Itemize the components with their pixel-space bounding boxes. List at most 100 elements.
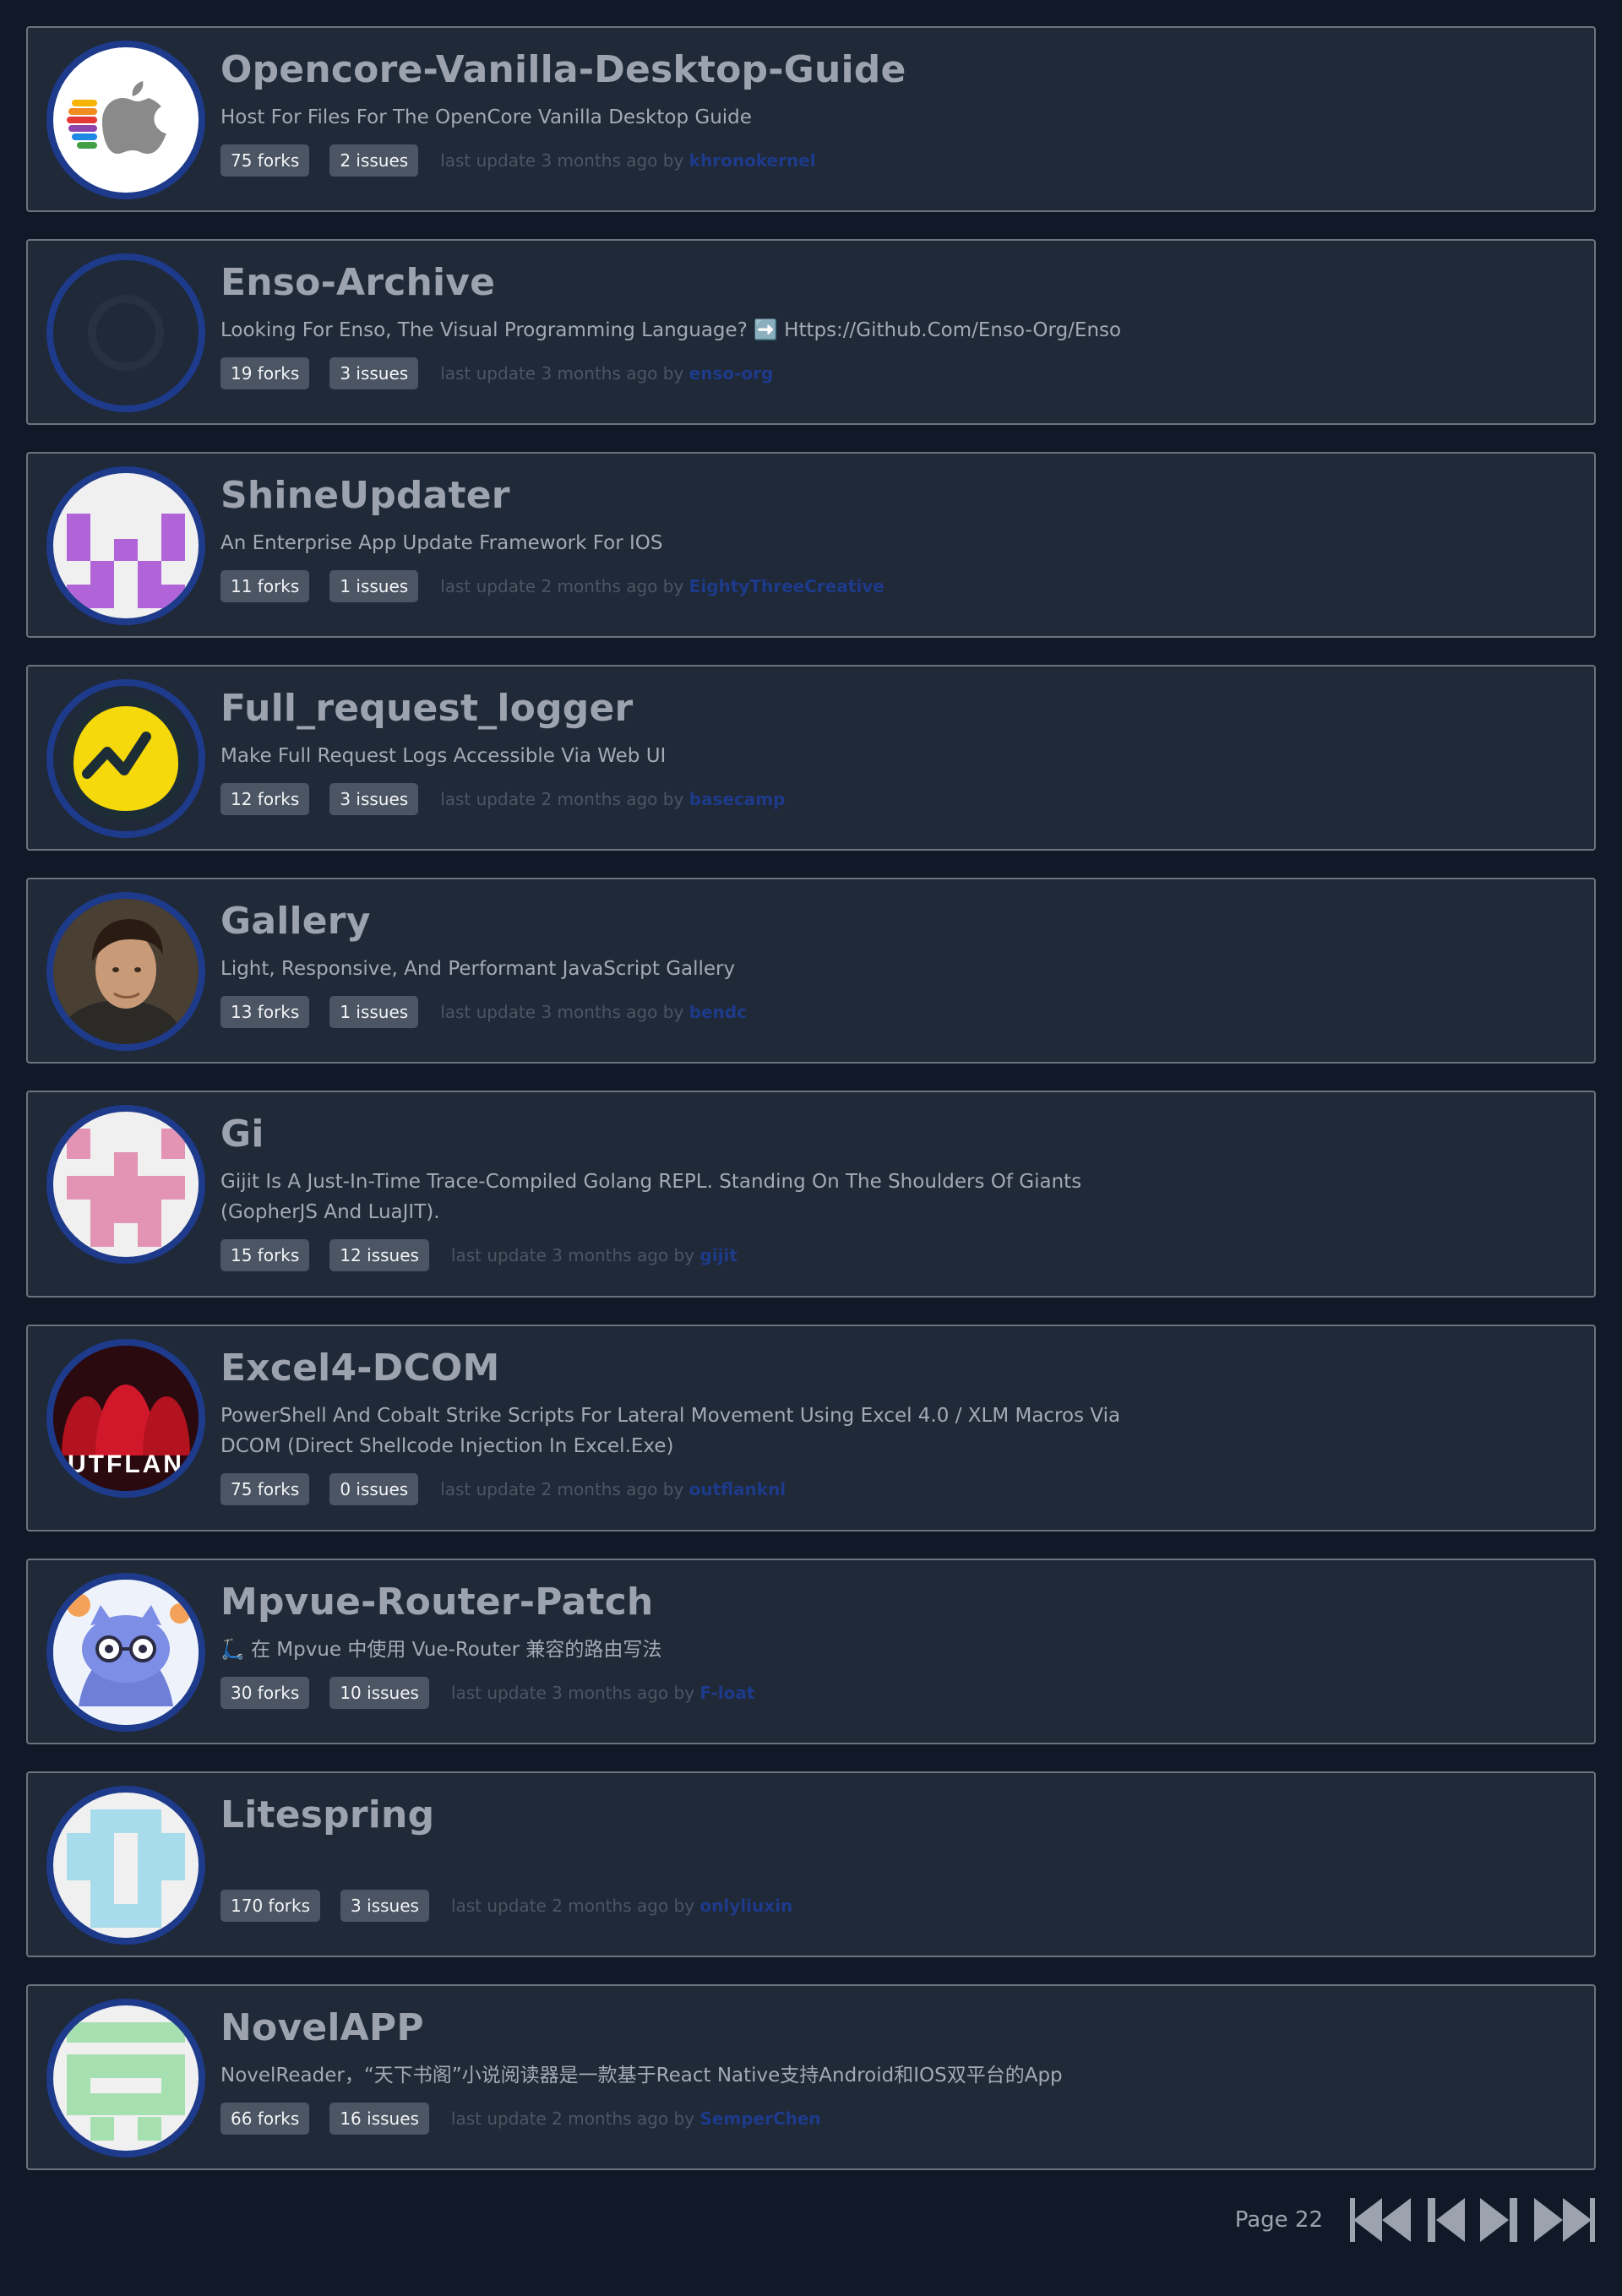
repo-card[interactable]: Enso-Archive Looking For Enso, The Visua… [26,239,1596,425]
forks-badge: 13 forks [220,996,310,1028]
repo-meta: 19 forks 3 issues last update 3 months a… [220,357,1577,389]
repo-meta: 170 forks 3 issues last update 2 months … [220,1890,1577,1922]
author-link[interactable]: outflanknl [689,1479,787,1499]
repo-title[interactable]: Litespring [220,1792,1577,1839]
forks-badge: 75 forks [220,1473,310,1505]
avatar-ring [46,253,205,412]
apple-logo-icon [53,47,199,193]
issues-badge: 10 issues [329,1677,429,1709]
author-link[interactable]: basecamp [689,789,786,809]
issues-badge: 1 issues [329,996,419,1028]
repo-description: An Enterprise App Update Framework For I… [220,532,663,554]
last-update-text: last update 2 months ago by EightyThreeC… [440,576,884,596]
pagination: Page 22 [1235,2193,1595,2247]
repo-description: 🛴 在 Mpvue 中使用 Vue-Router 兼容的路由写法 [220,1639,662,1661]
repo-title[interactable]: ShineUpdater [220,472,1577,520]
repo-description: Light, Responsive, And Performant JavaSc… [220,958,736,980]
basecamp-logo-icon [53,686,199,831]
repo-title[interactable]: Gi [220,1111,1577,1158]
identicon-blue-icon [53,1793,199,1938]
author-link[interactable]: EightyThreeCreative [689,576,884,596]
issues-badge: 0 issues [329,1473,419,1505]
forks-badge: 75 forks [220,144,310,177]
forks-badge: 11 forks [220,570,310,602]
avatar-ring [46,1573,205,1732]
next-page-icon[interactable] [1478,2193,1519,2247]
enso-logo-icon [53,260,199,405]
forks-badge: 30 forks [220,1677,310,1709]
repo-meta: 15 forks 12 issues last update 3 months … [220,1239,1577,1271]
avatar-ring [46,41,205,199]
author-link[interactable]: SemperChen [699,2108,820,2129]
issues-badge: 1 issues [329,570,419,602]
repo-meta: 75 forks 0 issues last update 2 months a… [220,1473,1577,1505]
repo-list: Opencore-Vanilla-Desktop-Guide Host For … [26,26,1596,2197]
author-link[interactable]: bendc [689,1002,747,1022]
repo-title[interactable]: Full_request_logger [220,685,1577,732]
author-link[interactable]: enso-org [689,363,774,384]
repo-card[interactable]: UTFLAN Excel4-DCOM PowerShell And Cobalt… [26,1325,1596,1532]
repo-description [220,1847,1184,1878]
repo-title[interactable]: Opencore-Vanilla-Desktop-Guide [220,46,1577,94]
repo-card[interactable]: NovelAPP NovelReader，“天下书阁”小说阅读器是一款基于Rea… [26,1984,1596,2170]
forks-badge: 19 forks [220,357,310,389]
repo-card[interactable]: Gi Gijit Is A Just-In-Time Trace-Compile… [26,1091,1596,1298]
identicon-purple-icon [53,473,199,618]
last-update-text: last update 3 months ago by bendc [440,1002,747,1022]
forks-badge: 12 forks [220,783,310,815]
avatar-ring [46,1999,205,2157]
repo-title[interactable]: NovelAPP [220,2005,1577,2052]
issues-badge: 3 issues [329,357,419,389]
repo-meta: 11 forks 1 issues last update 2 months a… [220,570,1577,602]
repo-card[interactable]: ShineUpdater An Enterprise App Update Fr… [26,452,1596,638]
page-indicator: Page 22 [1234,2207,1323,2233]
last-update-text: last update 2 months ago by SemperChen [450,2108,821,2129]
repo-description: Make Full Request Logs Accessible Via We… [220,745,667,767]
repo-meta: 75 forks 2 issues last update 3 months a… [220,144,1577,177]
repo-description: Gijit Is A Just-In-Time Trace-Compiled G… [220,1171,1082,1223]
repo-meta: 66 forks 16 issues last update 2 months … [220,2103,1577,2135]
last-update-text: last update 3 months ago by khronokernel [440,150,816,171]
forks-badge: 66 forks [220,2103,310,2135]
avatar-ring [46,1786,205,1945]
issues-badge: 16 issues [329,2103,429,2135]
outflank-logo-icon: UTFLAN [53,1346,199,1491]
repo-description: PowerShell And Cobalt Strike Scripts For… [220,1405,1121,1457]
forks-badge: 170 forks [220,1890,321,1922]
repo-title[interactable]: Gallery [220,898,1577,945]
issues-badge: 12 issues [329,1239,429,1271]
issues-badge: 3 issues [329,783,419,815]
last-update-text: last update 3 months ago by gijit [450,1245,738,1265]
repo-title[interactable]: Mpvue-Router-Patch [220,1579,1577,1626]
author-link[interactable]: gijit [699,1245,737,1265]
repo-card[interactable]: Full_request_logger Make Full Request Lo… [26,665,1596,851]
repo-description: Host For Files For The OpenCore Vanilla … [220,106,752,128]
repo-title[interactable]: Excel4-DCOM [220,1345,1577,1392]
last-update-text: last update 2 months ago by outflanknl [440,1479,787,1499]
avatar-ring [46,1105,205,1264]
repo-card[interactable]: Litespring 170 forks 3 issues last updat… [26,1771,1596,1957]
author-link[interactable]: khronokernel [689,150,816,171]
repo-meta: 12 forks 3 issues last update 2 months a… [220,783,1577,815]
author-link[interactable]: onlyliuxin [699,1896,792,1916]
svg-text:UTFLAN: UTFLAN [68,1450,184,1478]
avatar-ring: UTFLAN [46,1339,205,1498]
repo-card[interactable]: Mpvue-Router-Patch 🛴 在 Mpvue 中使用 Vue-Rou… [26,1559,1596,1744]
last-update-text: last update 2 months ago by basecamp [440,789,786,809]
repo-card[interactable]: Gallery Light, Responsive, And Performan… [26,878,1596,1064]
last-page-icon[interactable] [1531,2193,1595,2247]
previous-page-icon[interactable] [1426,2193,1467,2247]
first-page-icon[interactable] [1350,2193,1414,2247]
author-link[interactable]: F-loat [699,1683,754,1703]
repo-title[interactable]: Enso-Archive [220,259,1577,307]
repo-description: NovelReader，“天下书阁”小说阅读器是一款基于React Native… [220,2065,1063,2087]
avatar-ring [46,679,205,838]
identicon-green-icon [53,2005,199,2151]
repo-meta: 13 forks 1 issues last update 3 months a… [220,996,1577,1028]
last-update-text: last update 3 months ago by F-loat [450,1683,755,1703]
issues-badge: 2 issues [329,144,419,177]
avatar-ring [46,466,205,625]
last-update-text: last update 2 months ago by onlyliuxin [450,1896,793,1916]
repo-card[interactable]: Opencore-Vanilla-Desktop-Guide Host For … [26,26,1596,212]
user-photo-icon [53,899,199,1044]
